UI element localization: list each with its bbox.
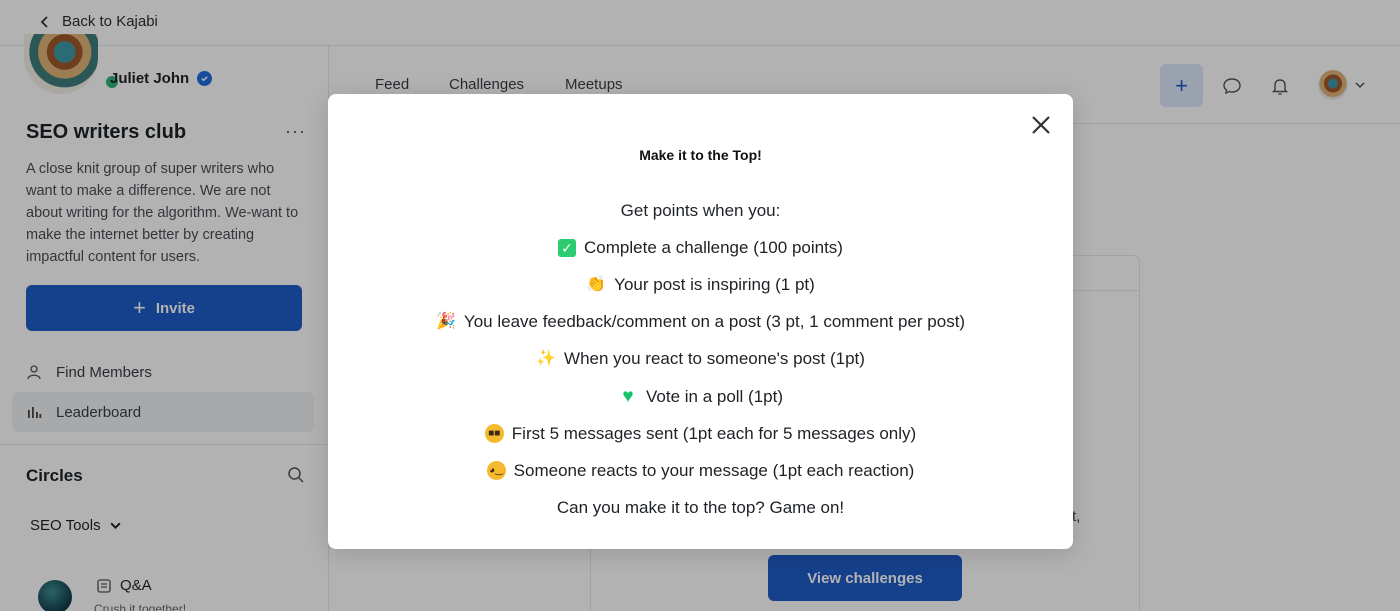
line-text: Vote in a poll (1pt) (645, 386, 784, 406)
sunglasses-face-icon: ■■ (484, 424, 504, 444)
line-text: Your post is inspiring (1 pt) (614, 274, 815, 294)
green-heart-icon: ♥ (622, 386, 634, 408)
modal-title: Make it to the Top! (639, 147, 762, 163)
points-list: Get points when you: ✓ Complete a challe… (328, 192, 1073, 527)
points-rule: 🎉 You leave feedback/comment on a post (… (328, 304, 1073, 341)
clapping-hands-icon: 👏 (586, 275, 607, 293)
points-intro: Get points when you: (328, 192, 1073, 229)
winking-tongue-face-icon: ◕‿ (486, 461, 506, 481)
line-text: When you react to someone's post (1pt) (564, 349, 865, 369)
points-rule: ◕‿ Someone reacts to your message (1pt e… (328, 452, 1073, 489)
line-text: Get points when you: (620, 200, 781, 220)
line-text: Complete a challenge (100 points) (584, 237, 843, 257)
line-text: Someone reacts to your message (1pt each… (513, 460, 915, 480)
points-rule: ✓ Complete a challenge (100 points) (328, 229, 1073, 266)
close-icon[interactable] (1028, 112, 1054, 138)
points-outro: Can you make it to the top? Game on! (328, 490, 1073, 527)
checkmark-icon: ✓ (558, 238, 577, 257)
sparkles-icon: ✨ (536, 350, 556, 368)
points-rule: ♥ Vote in a poll (1pt) (328, 378, 1073, 415)
points-rule: ✨ When you react to someone's post (1pt) (328, 341, 1073, 378)
points-rule: ■■ First 5 messages sent (1pt each for 5… (328, 415, 1073, 452)
points-info-modal: Make it to the Top! Get points when you:… (328, 94, 1073, 549)
points-rule: 👏 Your post is inspiring (1 pt) (328, 266, 1073, 303)
party-popper-icon: 🎉 (435, 313, 456, 331)
line-text: First 5 messages sent (1pt each for 5 me… (511, 423, 917, 443)
line-text: Can you make it to the top? Game on! (556, 498, 845, 518)
line-text: You leave feedback/comment on a post (3 … (463, 312, 966, 332)
